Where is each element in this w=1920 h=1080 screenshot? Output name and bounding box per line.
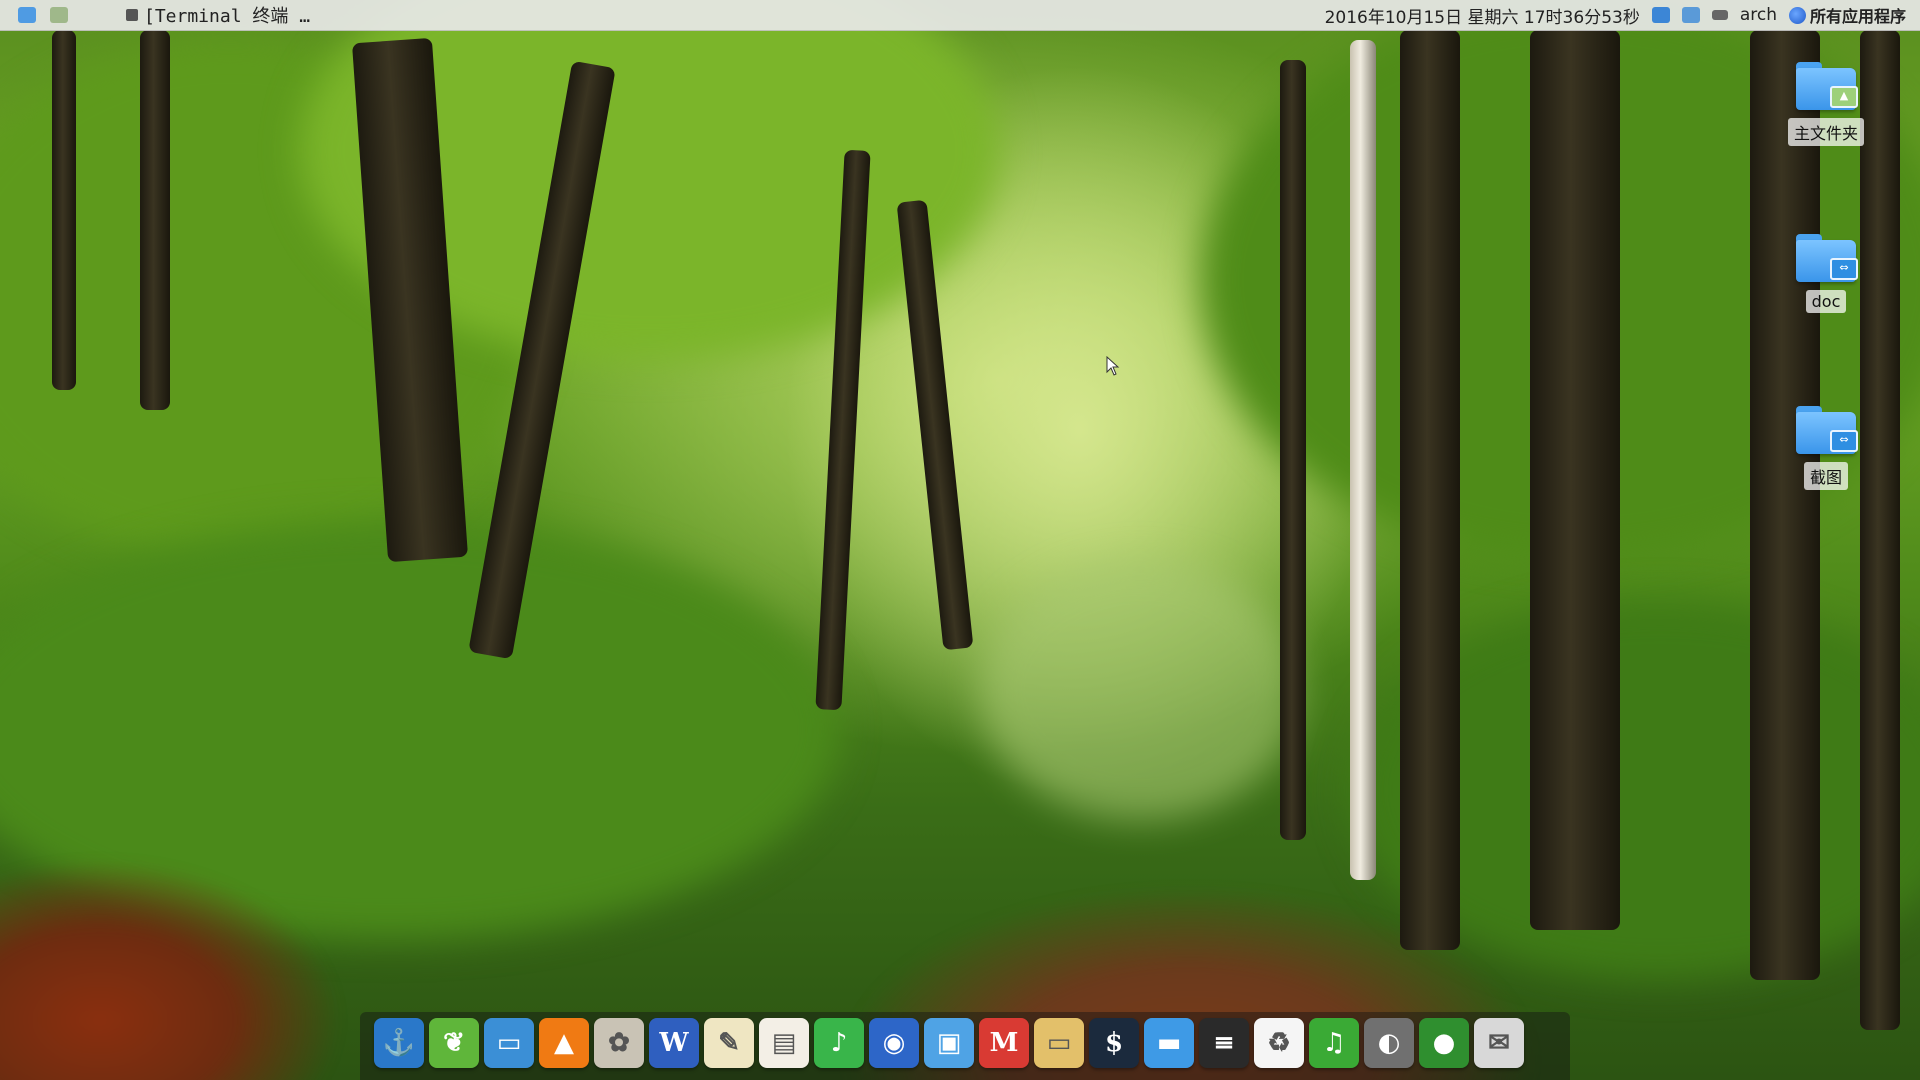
clock-datetime[interactable]: 2016年10月15日 星期六 17时36分53秒 — [1325, 3, 1640, 28]
display-tray-icon[interactable] — [1681, 7, 1700, 23]
dock-item-glyph: W — [659, 1028, 689, 1058]
terminal-icon[interactable]: $ — [1089, 1018, 1139, 1068]
user-name[interactable]: arch — [1740, 5, 1777, 25]
keyboard-tray-icon[interactable] — [1711, 10, 1728, 20]
vlc-player-icon[interactable]: ▲ — [539, 1018, 589, 1068]
arch-logo-icon — [1788, 6, 1806, 24]
desktop-icon-home-folder[interactable]: ▲ 主文件夹 — [1784, 62, 1868, 146]
dock-item-glyph: $ — [1104, 1028, 1124, 1058]
notes-icon[interactable]: ▤ — [759, 1018, 809, 1068]
dock-item-glyph: M — [989, 1028, 1019, 1058]
linked-folder-icon: ⇔ — [1796, 406, 1858, 454]
dock-item-glyph: ≡ — [1213, 1028, 1235, 1058]
dock-item-glyph: ◐ — [1377, 1028, 1401, 1058]
music-player-icon[interactable]: ♪ — [814, 1018, 864, 1068]
top-panel: [Terminal 终端 … 2016年10月15日 星期六 17时36分53秒… — [0, 0, 1920, 31]
dock-item-glyph: ▬ — [1156, 1028, 1182, 1058]
mouse-cursor-icon — [1106, 355, 1120, 380]
desktop-icon-label: 主文件夹 — [1787, 118, 1864, 146]
trash-icon[interactable]: ♻ — [1254, 1018, 1304, 1068]
desktop-icon-doc[interactable]: ⇔ doc — [1784, 234, 1868, 313]
dock-item-glyph: ❦ — [443, 1028, 465, 1058]
desktop-icon-label: 截图 — [1803, 462, 1848, 490]
dock-item-glyph: ▲ — [554, 1028, 574, 1058]
dock-items: ⚓ ❦ ▭ ▲ ✿ W ✎ ▤ ♪ ◉ ▣ M ▭ $ ▬ ≡ ♻ ♫ ◐ ● ✉ — [374, 1018, 1524, 1074]
dock-item-glyph: ♻ — [1267, 1028, 1291, 1058]
dock-item-glyph: ▤ — [771, 1028, 797, 1058]
dock-item-glyph: ◉ — [882, 1028, 906, 1058]
paint-palette-icon[interactable]: ✿ — [594, 1018, 644, 1068]
green-ball-app-icon[interactable]: ● — [1419, 1018, 1469, 1068]
markdown-editor-icon[interactable]: M — [979, 1018, 1029, 1068]
music-note-icon[interactable]: ♫ — [1309, 1018, 1359, 1068]
word-processor-icon[interactable]: W — [649, 1018, 699, 1068]
file-manager-icon[interactable]: ▭ — [1034, 1018, 1084, 1068]
desktop-icon-screenshots[interactable]: ⇔ 截图 — [1784, 406, 1868, 490]
taskbar-window-terminal[interactable]: [Terminal 终端 … — [126, 2, 310, 28]
desktop-icon-label: doc — [1805, 290, 1847, 313]
dock-item-glyph: ▣ — [936, 1028, 962, 1058]
leaf-app-icon[interactable]: ❦ — [429, 1018, 479, 1068]
dock-item-glyph: ♪ — [830, 1028, 848, 1058]
screen-viewer-icon[interactable]: ▭ — [484, 1018, 534, 1068]
all-apps-label: 所有应用程序 — [1809, 7, 1906, 26]
screenshot-tool-icon[interactable]: ▣ — [924, 1018, 974, 1068]
dock-item-glyph: ⚓ — [382, 1028, 416, 1058]
settings-tool-icon[interactable]: ◐ — [1364, 1018, 1414, 1068]
show-desktop-icon[interactable] — [18, 7, 36, 23]
dock-item-glyph: ▭ — [1046, 1028, 1072, 1058]
network-tray-icon[interactable] — [1651, 7, 1670, 23]
dock-item-glyph: ✎ — [718, 1028, 740, 1058]
chat-app-icon[interactable]: ◉ — [869, 1018, 919, 1068]
taskbar-window-title: [Terminal 终端 … — [144, 6, 311, 27]
display-settings-icon[interactable]: ▬ — [1144, 1018, 1194, 1068]
dock-item-glyph: ✉ — [1488, 1028, 1510, 1058]
home-folder-icon: ▲ — [1796, 62, 1858, 110]
terminal-window-icon — [126, 9, 138, 21]
system-monitor-icon[interactable]: ≡ — [1199, 1018, 1249, 1068]
dock: ⚓ ❦ ▭ ▲ ✿ W ✎ ▤ ♪ ◉ ▣ M ▭ $ ▬ ≡ ♻ ♫ ◐ ● ✉ — [360, 1012, 1570, 1080]
desktop-wallpaper — [0, 0, 1920, 1080]
dock-item-glyph: ● — [1432, 1028, 1456, 1058]
dock-item-glyph: ♫ — [1322, 1028, 1346, 1058]
workspace-switcher-icon[interactable] — [50, 7, 68, 23]
dock-item-glyph: ✿ — [608, 1028, 630, 1058]
mail-icon[interactable]: ✉ — [1474, 1018, 1524, 1068]
linked-folder-icon: ⇔ — [1796, 234, 1858, 282]
anchor-launcher-icon[interactable]: ⚓ — [374, 1018, 424, 1068]
dock-item-glyph: ▭ — [496, 1028, 522, 1058]
all-apps-button[interactable]: 所有应用程序 — [1788, 3, 1906, 27]
text-editor-icon[interactable]: ✎ — [704, 1018, 754, 1068]
